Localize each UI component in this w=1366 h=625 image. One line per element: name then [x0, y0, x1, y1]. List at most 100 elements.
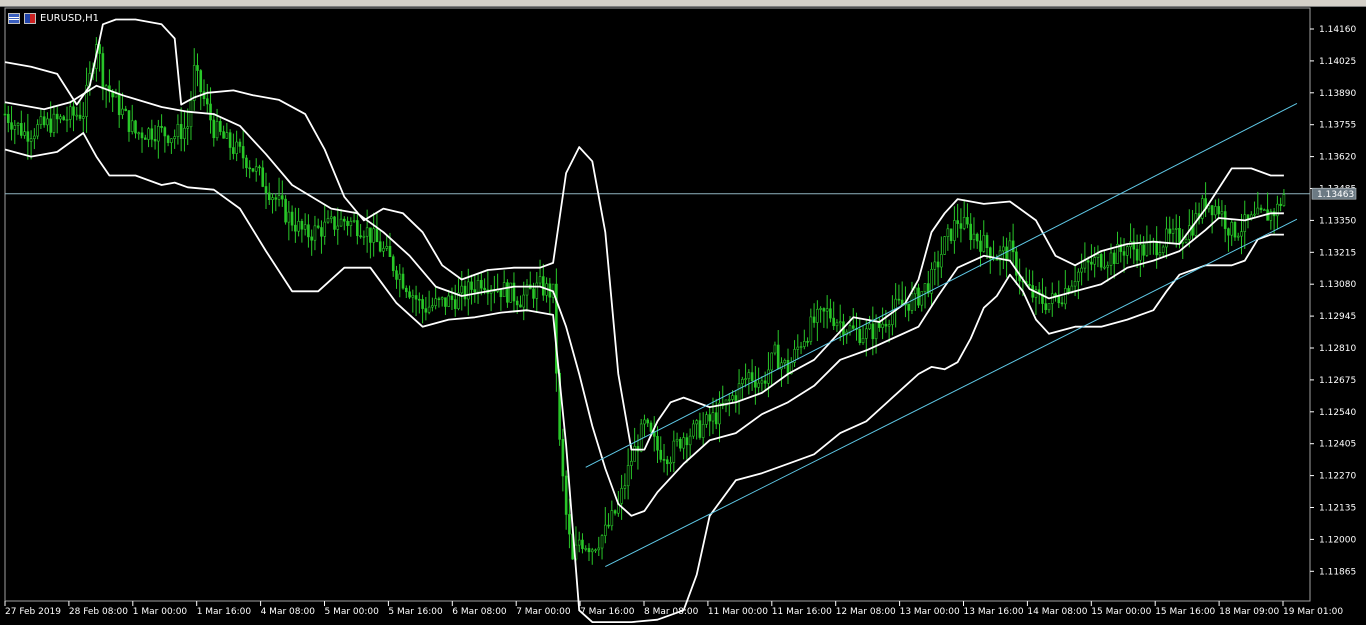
candle [636, 434, 640, 470]
candle-body [385, 245, 389, 249]
candle [525, 279, 529, 312]
candle [329, 210, 333, 224]
candle [1145, 225, 1149, 257]
candle-body [431, 305, 434, 308]
candle-body [297, 221, 300, 232]
candle [1217, 198, 1220, 220]
y-tick-label: 1.12270 [1319, 472, 1356, 482]
candle [506, 279, 509, 308]
candle [450, 287, 454, 311]
candle [835, 319, 839, 333]
candle-body [838, 321, 842, 324]
candle-body [1243, 214, 1247, 232]
chart-window[interactable]: EURUSD,H1 1.14160 1.14025 1.13890 1.13755 1.… [0, 0, 1366, 625]
candle-body [339, 218, 343, 227]
candle-body [985, 235, 989, 249]
candle [926, 270, 930, 298]
candle [509, 282, 512, 303]
candle [1008, 232, 1012, 262]
candle-body [1103, 266, 1106, 269]
candle [555, 268, 558, 392]
candle-body [13, 125, 17, 130]
candle [339, 208, 343, 228]
candle [773, 341, 777, 356]
candle-body [522, 294, 526, 308]
candle-body [1223, 211, 1227, 229]
candle [271, 193, 274, 214]
candle [75, 106, 79, 121]
candle [26, 113, 30, 160]
x-tick-label: 14 Mar 08:00 [1027, 607, 1087, 617]
candle [1005, 237, 1008, 278]
candle [1227, 227, 1230, 252]
price-chart[interactable]: 1.14160 1.14025 1.13890 1.13755 1.13620 1.134… [0, 0, 1366, 625]
candle-body [320, 227, 323, 237]
candle [698, 412, 702, 440]
x-tick-label: 7 Mar 00:00 [516, 607, 571, 617]
candle-body [786, 359, 790, 375]
candle-body [254, 166, 258, 172]
candle [55, 106, 59, 134]
candle-body [1178, 228, 1181, 244]
x-tick-label: 15 Mar 00:00 [1091, 607, 1151, 617]
x-tick-label: 5 Mar 00:00 [325, 607, 380, 617]
candle-body [868, 323, 871, 330]
candle [1015, 247, 1018, 285]
candle-body [388, 245, 392, 258]
candle [489, 285, 493, 312]
candle-body [277, 195, 281, 200]
candle-body [1282, 194, 1286, 206]
candle [763, 371, 767, 392]
candle-body [359, 235, 362, 238]
candle-body [68, 106, 72, 120]
candle [962, 199, 966, 231]
candle [600, 534, 604, 560]
y-tick-label: 1.14160 [1319, 25, 1356, 35]
candle-body [515, 300, 519, 306]
candle-body [395, 270, 398, 280]
candle [874, 314, 878, 354]
candle [754, 366, 757, 405]
candle-body [701, 423, 705, 438]
candle-body [969, 223, 973, 241]
candle [62, 115, 66, 121]
candle [669, 456, 672, 472]
y-tick-label: 1.12405 [1319, 440, 1356, 450]
candle [776, 330, 780, 370]
candle [431, 297, 434, 312]
candle [799, 341, 803, 355]
candle [1220, 200, 1224, 227]
candle-body [1135, 248, 1139, 261]
candle [23, 122, 26, 139]
candle-body [124, 108, 128, 111]
candle-body [212, 119, 216, 139]
candle-body [953, 220, 956, 241]
candle-body [437, 298, 441, 301]
candle-body [620, 488, 623, 504]
candle-body [444, 297, 447, 307]
candle-body [287, 211, 291, 223]
candle [1214, 199, 1217, 219]
candle [956, 203, 959, 238]
y-tick-label: 1.13215 [1319, 248, 1356, 258]
candle [688, 428, 692, 458]
candle-body [946, 228, 950, 237]
candle [685, 433, 689, 463]
candle [832, 301, 835, 330]
candle [453, 284, 457, 317]
candle-body [577, 539, 581, 546]
candle-body [245, 157, 248, 169]
candle-body [352, 220, 356, 222]
candle [82, 102, 85, 135]
candle-body [744, 378, 747, 380]
candle [590, 547, 594, 565]
candle [166, 134, 170, 147]
candle [486, 271, 490, 305]
candle-body [1158, 252, 1162, 256]
candle-body [979, 240, 982, 252]
candle [414, 285, 418, 317]
candle-body [659, 449, 663, 460]
candle [1201, 194, 1204, 224]
candle [238, 138, 242, 153]
candle-body [1028, 284, 1031, 286]
